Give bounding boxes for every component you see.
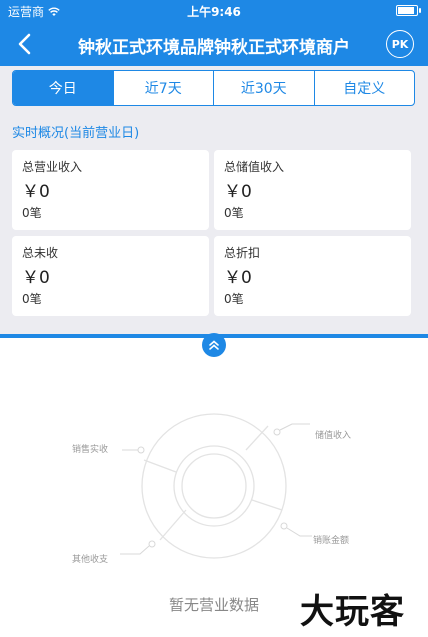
card-count: 0笔 bbox=[224, 292, 244, 306]
status-time: 上午9:46 bbox=[187, 5, 241, 19]
overview-heading: 实时概况(当前营业日) bbox=[12, 126, 140, 141]
card-amount: ￥0 bbox=[224, 182, 252, 202]
card-amount: ￥0 bbox=[22, 268, 50, 288]
watermark-logo: 大玩客 bbox=[300, 592, 405, 632]
battery-icon bbox=[396, 5, 421, 16]
leader-lines bbox=[120, 423, 312, 555]
card-amount: ￥0 bbox=[224, 268, 252, 288]
tab-today[interactable]: 今日 bbox=[13, 71, 114, 105]
card-total-discount[interactable]: 总折扣 ￥0 0笔 bbox=[214, 236, 411, 316]
overview-section: 实时概况(当前营业日) 总营业收入 ￥0 0笔 总储值收入 ￥0 0笔 总未收 … bbox=[0, 112, 428, 334]
tab-7-days[interactable]: 近7天 bbox=[114, 71, 214, 105]
tab-30-days[interactable]: 近30天 bbox=[214, 71, 315, 105]
card-count: 0笔 bbox=[224, 206, 244, 220]
card-total-unpaid[interactable]: 总未收 ￥0 0笔 bbox=[12, 236, 209, 316]
legend-written-off-amount: 销账金额 bbox=[313, 536, 350, 546]
card-total-stored-value[interactable]: 总储值收入 ￥0 0笔 bbox=[214, 150, 411, 230]
card-label: 总未收 bbox=[22, 246, 59, 260]
card-label: 总储值收入 bbox=[224, 160, 285, 174]
card-label: 总折扣 bbox=[224, 246, 261, 260]
legend-sales-received: 销售实收 bbox=[72, 445, 109, 455]
avatar-button[interactable]: PK bbox=[386, 30, 414, 58]
back-button[interactable] bbox=[10, 30, 38, 58]
page-title: 钟秋正式环境品牌钟秋正式环境商户 bbox=[78, 38, 350, 58]
card-amount: ￥0 bbox=[22, 182, 50, 202]
card-count: 0笔 bbox=[22, 292, 42, 306]
card-label: 总营业收入 bbox=[22, 160, 83, 174]
date-range-tabs: 今日 近7天 近30天 自定义 bbox=[12, 70, 415, 106]
date-range-tabs-container: 今日 近7天 近30天 自定义 bbox=[0, 66, 428, 112]
legend-stored-value-income: 储值收入 bbox=[315, 431, 352, 441]
donut-segment-dividers bbox=[143, 425, 283, 541]
card-total-revenue[interactable]: 总营业收入 ￥0 0笔 bbox=[12, 150, 209, 230]
tab-custom[interactable]: 自定义 bbox=[315, 71, 415, 105]
legend-other-income-expense: 其他收支 bbox=[72, 555, 109, 565]
chevron-left-icon bbox=[18, 33, 31, 55]
nav-bar: 钟秋正式环境品牌钟秋正式环境商户 PK bbox=[0, 22, 428, 66]
status-bar: 运营商 上午9:46 bbox=[0, 0, 428, 22]
card-count: 0笔 bbox=[22, 206, 42, 220]
